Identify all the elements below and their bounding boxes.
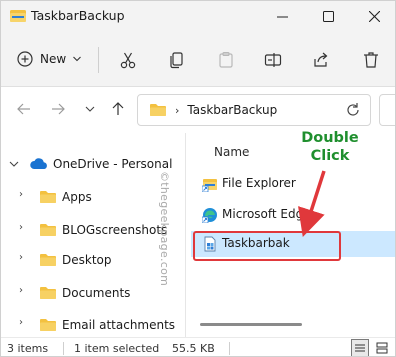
nav-item-label: BLOGscreenshots: [62, 223, 168, 237]
chevron-down-icon: [73, 56, 82, 62]
arrow-left-icon: [17, 103, 30, 115]
status-item-count: 3 items: [7, 342, 49, 355]
maximize-icon: [322, 10, 334, 22]
share-icon: [314, 52, 328, 67]
plus-circle-icon: [17, 51, 33, 67]
tiles-view-icon: [376, 342, 388, 354]
nav-item-label: OneDrive - Personal: [53, 157, 173, 171]
window-title: TaskbarBackup: [31, 8, 125, 23]
search-box[interactable]: [379, 94, 395, 126]
folder-icon: [40, 224, 56, 236]
watermark: ©thegeekpage.com: [158, 171, 171, 287]
folder-icon: [40, 191, 56, 203]
address-bar[interactable]: › TaskbarBackup: [137, 94, 371, 126]
status-bar: 3 items 1 item selected 55.5 KB: [1, 337, 395, 356]
chevron-down-icon: [85, 106, 95, 112]
copy-button[interactable]: [164, 47, 190, 73]
highlight-box: [193, 231, 341, 261]
double-click-annotation: Double Click: [295, 129, 365, 165]
rename-icon: [264, 53, 282, 67]
close-button[interactable]: [351, 1, 395, 31]
annotation-line-1: Double: [301, 130, 359, 146]
details-view-icon: [355, 344, 365, 352]
paste-button[interactable]: [213, 47, 239, 73]
status-divider: [229, 342, 230, 355]
breadcrumb-chevron-icon: ›: [175, 103, 180, 117]
share-button[interactable]: [308, 47, 334, 73]
nav-item-label: Email attachments: [62, 318, 176, 332]
file-explorer-app-icon: [10, 10, 26, 22]
up-button[interactable]: [107, 98, 129, 120]
arrow-right-icon: [52, 103, 65, 115]
details-view-button[interactable]: [351, 339, 369, 356]
chevron-right-icon[interactable]: ›: [19, 222, 23, 233]
refresh-icon[interactable]: [344, 101, 362, 119]
chevron-right-icon[interactable]: ›: [19, 252, 23, 263]
chevron-down-icon[interactable]: [9, 160, 19, 168]
edge-icon: [202, 208, 217, 223]
status-divider: [63, 342, 64, 355]
chevron-right-icon[interactable]: ›: [19, 317, 23, 328]
recent-locations-button[interactable]: [79, 98, 101, 120]
arrow-up-icon: [112, 102, 124, 115]
folder-icon: [40, 287, 56, 299]
new-button-label: New: [40, 52, 67, 66]
minimize-button[interactable]: [259, 1, 305, 31]
annotation-line-2: Click: [310, 148, 350, 164]
delete-button[interactable]: [358, 47, 384, 73]
tiles-view-button[interactable]: [373, 339, 391, 356]
file-name: File Explorer: [222, 176, 296, 190]
cut-button[interactable]: [115, 47, 141, 73]
new-button[interactable]: New: [17, 46, 82, 72]
file-explorer-window: TaskbarBackup New › TaskbarBackup OneDri…: [0, 0, 396, 357]
close-icon: [368, 10, 380, 22]
maximize-button[interactable]: [305, 1, 351, 31]
file-row-microsoft-edge[interactable]: Microsoft Edge: [186, 202, 395, 228]
toolbar-divider: [98, 47, 99, 73]
title-bar: TaskbarBackup: [1, 1, 395, 33]
forward-button[interactable]: [47, 98, 69, 120]
command-bar: New: [1, 33, 395, 87]
nav-item-label: Desktop: [62, 253, 112, 267]
file-row-file-explorer[interactable]: File Explorer: [186, 171, 395, 197]
nav-item-email-attachments[interactable]: › Email attachments: [1, 313, 185, 337]
delete-icon: [364, 52, 378, 68]
minimize-icon: [276, 16, 288, 17]
cut-icon: [120, 52, 136, 69]
nav-item-label: Documents: [62, 286, 131, 300]
back-button[interactable]: [13, 98, 35, 120]
column-header-name[interactable]: Name: [214, 145, 249, 159]
breadcrumb-current[interactable]: TaskbarBackup: [187, 103, 277, 117]
folder-icon: [150, 104, 166, 116]
cloud-icon: [30, 158, 47, 169]
shortcut-explorer-icon: [202, 179, 217, 192]
copy-icon: [170, 52, 183, 69]
folder-icon: [40, 254, 56, 266]
status-size: 55.5 KB: [172, 342, 215, 355]
chevron-right-icon[interactable]: ›: [19, 285, 23, 296]
horizontal-scrollbar[interactable]: [200, 323, 302, 326]
status-selection: 1 item selected: [74, 342, 160, 355]
nav-item-label: Apps: [62, 190, 92, 204]
rename-button[interactable]: [260, 47, 286, 73]
paste-icon: [219, 51, 233, 68]
chevron-right-icon[interactable]: ›: [19, 189, 23, 200]
folder-icon: [40, 319, 56, 331]
address-bar-row: › TaskbarBackup: [1, 88, 395, 132]
file-name: Microsoft Edge: [222, 207, 311, 221]
